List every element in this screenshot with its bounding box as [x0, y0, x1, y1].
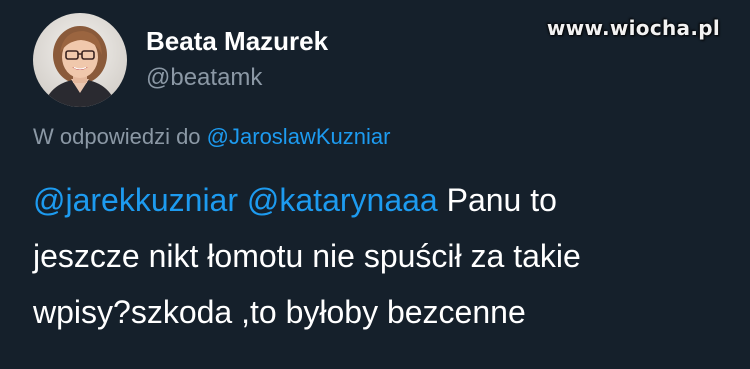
tweet-line-3: wpisy?szkoda ,to byłoby bezcenne: [33, 294, 526, 330]
reply-prefix: W odpowiedzi do: [33, 124, 201, 149]
avatar-image: [33, 13, 127, 107]
author-name[interactable]: Beata Mazurek: [146, 26, 328, 57]
mention-link-jarekkuzniar[interactable]: @jarekkuzniar: [33, 182, 238, 218]
avatar[interactable]: [33, 13, 127, 107]
mention-link-katarynaaa[interactable]: @katarynaaa: [247, 182, 438, 218]
reply-mention-link[interactable]: @JaroslawKuzniar: [207, 124, 391, 149]
site-watermark: www.wiocha.pl: [546, 16, 720, 40]
tweet-line-2: jeszcze nikt łomotu nie spuścił za takie: [33, 238, 581, 274]
author-handle[interactable]: @beatamk: [146, 64, 262, 92]
tweet-text: @jarekkuzniar @katarynaaa Panu to jeszcz…: [33, 172, 723, 340]
tweet-line-1-text: Panu to: [446, 182, 557, 218]
tweet-line-1: @jarekkuzniar @katarynaaa Panu to: [33, 172, 723, 228]
reply-context: W odpowiedzi do @JaroslawKuzniar: [33, 124, 390, 150]
